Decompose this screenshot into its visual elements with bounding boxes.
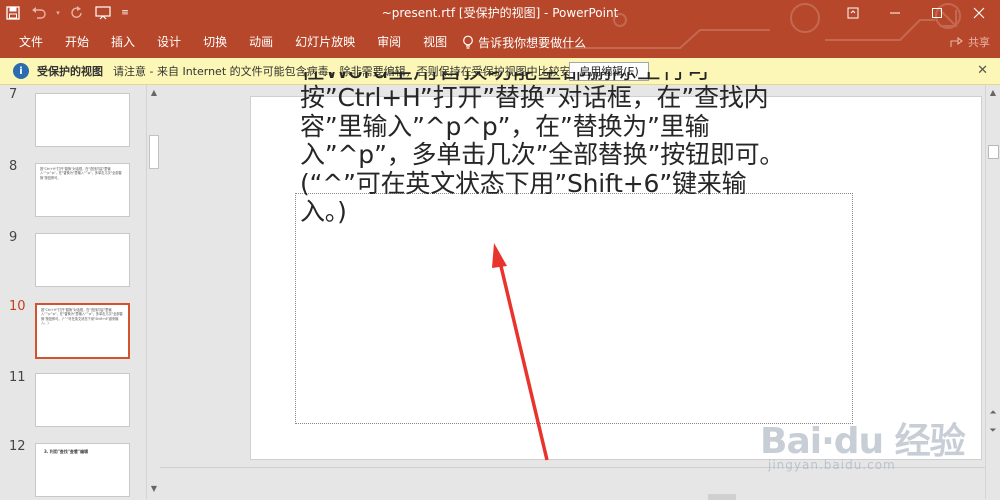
slide-text-line: 容”里输入”^p^p”，在”替换为”里输 (300, 111, 710, 141)
tell-me-box[interactable]: 告诉我你想要做什么 (458, 26, 586, 58)
ribbon-tabs: 文件 开始 插入 设计 切换 动画 幻灯片放映 审阅 视图 告诉我你想要做什么 … (0, 26, 1000, 58)
thumbnail-text: 按"Ctrl+H"打开"替换"对话框，在"查找内容"里输入"^p^p"，在"替换… (41, 308, 123, 326)
tab-animations[interactable]: 动画 (238, 26, 284, 58)
thumbnail-scrollbar[interactable]: ▲ ▼ (146, 85, 160, 499)
thumbnail-text: 按"Ctrl+H"打开"替换"对话框，在"查找内容"里输入"^p^p"，在"替换… (40, 167, 122, 180)
tab-view[interactable]: 视图 (412, 26, 458, 58)
scrollbar-handle[interactable] (988, 145, 999, 159)
slide-thumbnail-8[interactable]: 按"Ctrl+H"打开"替换"对话框，在"查找内容"里输入"^p^p"，在"替换… (35, 163, 130, 217)
tab-file[interactable]: 文件 (0, 26, 54, 58)
slide-number: 9 (9, 230, 18, 245)
tab-slideshow[interactable]: 幻灯片放映 (284, 26, 366, 58)
slide-thumbnail-7[interactable] (35, 93, 130, 147)
window-controls (832, 0, 1000, 26)
slide-number: 8 (9, 159, 18, 174)
protected-view-title: 受保护的视图 (37, 65, 103, 78)
slide-body-text[interactable]: 在Word里用替换功能全部删除空行可 按”Ctrl+H”打开”替换”对话框，在”… (300, 72, 860, 227)
slide-text-line: 入。) (300, 197, 347, 226)
tell-me-label: 告诉我你想要做什么 (478, 35, 587, 50)
lightbulb-icon (463, 35, 474, 49)
maximize-button[interactable] (916, 0, 958, 26)
close-button[interactable] (958, 0, 1000, 26)
slide-thumbnail-9[interactable] (35, 233, 130, 287)
tab-home[interactable]: 开始 (54, 26, 100, 58)
slide-thumbnail-12[interactable]: 3. 利用"查找"查看"编辑 (35, 443, 130, 497)
slide-text-line: 按”Ctrl+H”打开”替换”对话框，在”查找内 (300, 83, 769, 112)
share-label: 共享 (968, 36, 990, 49)
slide-number: 11 (9, 370, 26, 385)
placeholder-textbox[interactable] (295, 193, 853, 424)
thumbnail-text: 3. 利用"查找"查看"编辑 (44, 449, 88, 454)
share-icon (950, 36, 963, 47)
slide-text-line: (“^”可在英文状态下用”Shift+6”键来输 (300, 168, 747, 198)
slide-text-line: 在Word里用替换功能全部删除空行可 (300, 72, 860, 84)
title-bar: ▾ ≡ ~present.rtf [受保护的视图] - PowerPoint (0, 0, 1000, 26)
watermark-logo: Bai·du 经验 jingyan.baidu.com (760, 412, 990, 492)
maximize-icon (932, 8, 942, 18)
minimize-button[interactable] (874, 0, 916, 26)
slide-thumbnail-pane: 7 8 按"Ctrl+H"打开"替换"对话框，在"查找内容"里输入"^p^p"，… (0, 85, 160, 499)
scrollbar-handle[interactable] (149, 135, 159, 169)
ribbon-display-icon (847, 7, 859, 19)
slide-number: 7 (9, 87, 18, 102)
tab-design[interactable]: 设计 (146, 26, 192, 58)
scroll-up-icon[interactable]: ▲ (987, 87, 999, 99)
minimize-icon (890, 12, 900, 14)
shield-info-icon: i (13, 63, 29, 79)
tab-transitions[interactable]: 切换 (192, 26, 238, 58)
slide-number-active: 10 (9, 299, 26, 314)
scrollbar-handle[interactable] (708, 494, 736, 500)
tab-insert[interactable]: 插入 (100, 26, 146, 58)
slide-thumbnail-11[interactable] (35, 373, 130, 427)
slide-number: 12 (9, 439, 26, 454)
ribbon-display-options-button[interactable] (832, 0, 874, 26)
watermark-main-text: Bai·du 经验 (760, 421, 966, 462)
share-button[interactable]: 共享 (950, 26, 990, 58)
slide-text-line: 入”^p”，多单击几次”全部替换”按钮即可。 (300, 140, 785, 169)
tab-review[interactable]: 审阅 (366, 26, 412, 58)
scroll-down-icon[interactable]: ▼ (148, 483, 160, 495)
watermark-url-text: jingyan.baidu.com (768, 458, 896, 472)
close-icon (973, 7, 985, 19)
scroll-up-icon[interactable]: ▲ (148, 87, 160, 99)
close-message-bar-icon[interactable]: ✕ (977, 63, 988, 78)
slide-thumbnail-10[interactable]: 按"Ctrl+H"打开"替换"对话框，在"查找内容"里输入"^p^p"，在"替换… (35, 303, 130, 359)
